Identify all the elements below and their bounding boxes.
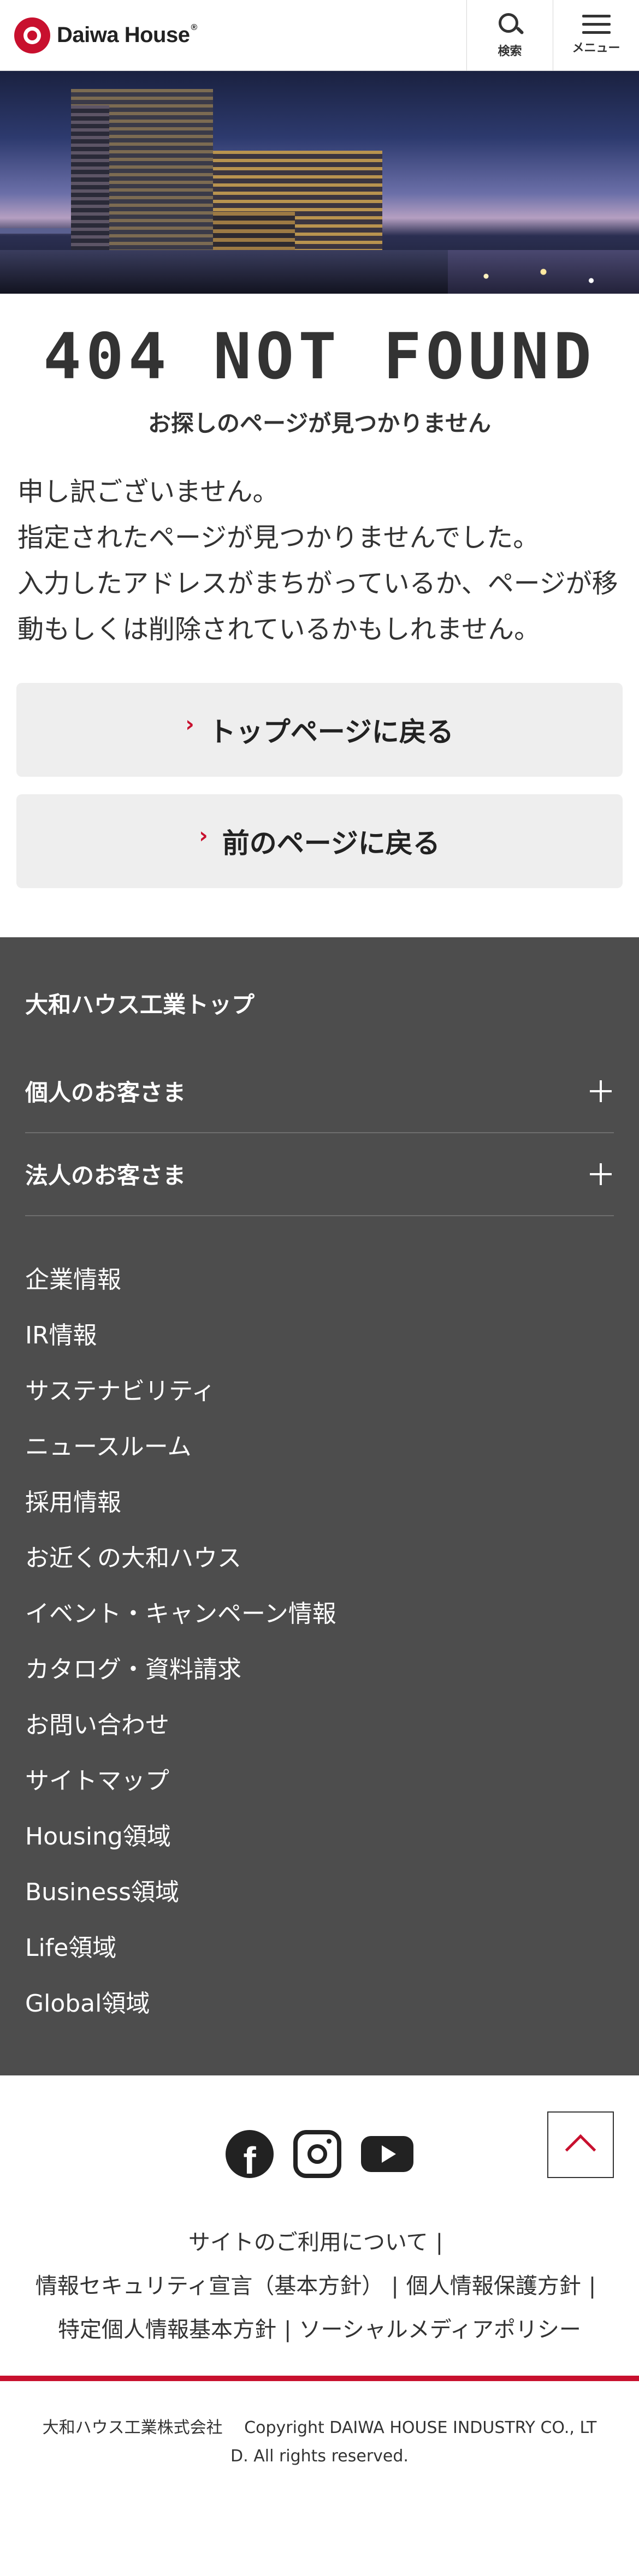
- footer-link[interactable]: サイトマップ: [25, 1753, 614, 1809]
- footer-link[interactable]: ニュースルーム: [25, 1419, 614, 1475]
- footer-link-list: 企業情報 IR情報 サステナビリティ ニュースルーム 採用情報 お近くの大和ハウ…: [25, 1252, 614, 2032]
- copyright-text: Copyright DAIWA HOUSE INDUSTRY CO., LT: [244, 2418, 597, 2437]
- accordion-corporate[interactable]: 法人のお客さま: [25, 1133, 614, 1216]
- back-to-top-page-button[interactable]: › トップページに戻る: [16, 682, 623, 777]
- specific-privacy-policy-link[interactable]: 特定個人情報基本方針: [58, 2317, 276, 2342]
- footer-link[interactable]: サステナビリティ: [25, 1364, 614, 1419]
- chevron-up-icon: [565, 2134, 596, 2165]
- youtube-icon[interactable]: [361, 2135, 413, 2172]
- security-policy-link[interactable]: 情報セキュリティ宣言（基本方針）: [36, 2274, 384, 2299]
- menu-label: メニュー: [572, 41, 620, 55]
- menu-button[interactable]: メニュー: [553, 0, 639, 70]
- policy-links: サイトのご利用について | 情報セキュリティ宣言（基本方針） | 個人情報保護方針 | …: [35, 2229, 596, 2342]
- error-message-line: 指定されたページが見つかりませんでした。: [17, 522, 540, 553]
- plus-icon: [590, 1080, 612, 1102]
- social-media-policy-link[interactable]: ソーシャルメディアポリシー: [299, 2317, 581, 2342]
- company-name: 大和ハウス工業株式会社: [42, 2418, 223, 2437]
- footer-link[interactable]: Business領域: [25, 1865, 614, 1920]
- error-message-line: 入力したアドレスがまちがっているか、ページが移: [17, 568, 618, 599]
- logo-mark-icon: [14, 17, 50, 53]
- social-links: f: [0, 2129, 639, 2178]
- footer-link[interactable]: カタログ・資料請求: [25, 1642, 614, 1698]
- error-message-line: 申し訳ございません。: [17, 476, 279, 507]
- footer-link[interactable]: IR情報: [25, 1308, 614, 1364]
- footer-link[interactable]: 採用情報: [25, 1475, 614, 1531]
- daiwa-house-logo[interactable]: Daiwa House ®: [0, 0, 466, 70]
- facebook-icon[interactable]: f: [226, 2129, 274, 2178]
- search-icon: [498, 12, 524, 37]
- footer-divider: [0, 2375, 639, 2381]
- back-to-top-button[interactable]: [547, 2111, 614, 2178]
- footer-link[interactable]: お問い合わせ: [25, 1698, 614, 1753]
- search-label: 検索: [498, 44, 522, 58]
- hamburger-icon: [582, 15, 611, 34]
- error-subtitle: お探しのページが見つかりません: [148, 409, 491, 437]
- site-header: Daiwa House ® 検索 メニュー: [0, 0, 639, 71]
- accordion-individual-label: 個人のお客さま: [25, 1079, 186, 1106]
- error-message-line: 動もしくは削除されているかもしれません。: [17, 614, 541, 645]
- footer-top-link[interactable]: 大和ハウス工業トップ: [25, 986, 614, 1020]
- back-to-top-page-label: トップページに戻る: [208, 716, 454, 748]
- logo-text: Daiwa House ®: [57, 23, 197, 47]
- footer-link[interactable]: Housing領域: [25, 1809, 614, 1865]
- footer-link[interactable]: Life領域: [25, 1920, 614, 1976]
- footer-link[interactable]: 企業情報: [25, 1252, 614, 1308]
- privacy-policy-link[interactable]: 個人情報保護方針: [406, 2274, 581, 2299]
- plus-icon: [590, 1163, 612, 1185]
- site-use-link[interactable]: サイトのご利用について: [188, 2230, 428, 2255]
- hero-image: [0, 71, 639, 294]
- footer-link[interactable]: Global領域: [25, 1976, 614, 2032]
- back-to-previous-page-button[interactable]: › 前のページに戻る: [16, 794, 623, 888]
- copyright: 大和ハウス工業株式会社 Copyright DAIWA HOUSE INDUST…: [0, 2381, 639, 2471]
- footer-link[interactable]: イベント・キャンペーン情報: [25, 1586, 614, 1642]
- site-footer: f サイトのご利用について | 情報セキュリティ宣言（基本方針） | 個人情報保護方針…: [0, 2075, 639, 2471]
- back-to-previous-page-label: 前のページに戻る: [222, 827, 440, 859]
- error-message: 申し訳ございません。 指定されたページが見つかりませんでした。 入力したアドレス…: [0, 469, 639, 652]
- instagram-icon[interactable]: [293, 2129, 341, 2178]
- footer-navigation: 大和ハウス工業トップ 個人のお客さま 法人のお客さま 企業情報 IR情報 サステ…: [0, 937, 639, 2075]
- search-button[interactable]: 検索: [466, 0, 553, 70]
- accordion-individual[interactable]: 個人のお客さま: [25, 1050, 614, 1133]
- error-title: 404 NOT FOUND: [43, 320, 596, 394]
- accordion-corporate-label: 法人のお客さま: [25, 1162, 186, 1189]
- chevron-right-icon: ›: [199, 823, 208, 848]
- footer-link[interactable]: お近くの大和ハウス: [25, 1531, 614, 1586]
- copyright-text-cont: D. All rights reserved.: [230, 2446, 409, 2466]
- chevron-right-icon: ›: [185, 711, 194, 737]
